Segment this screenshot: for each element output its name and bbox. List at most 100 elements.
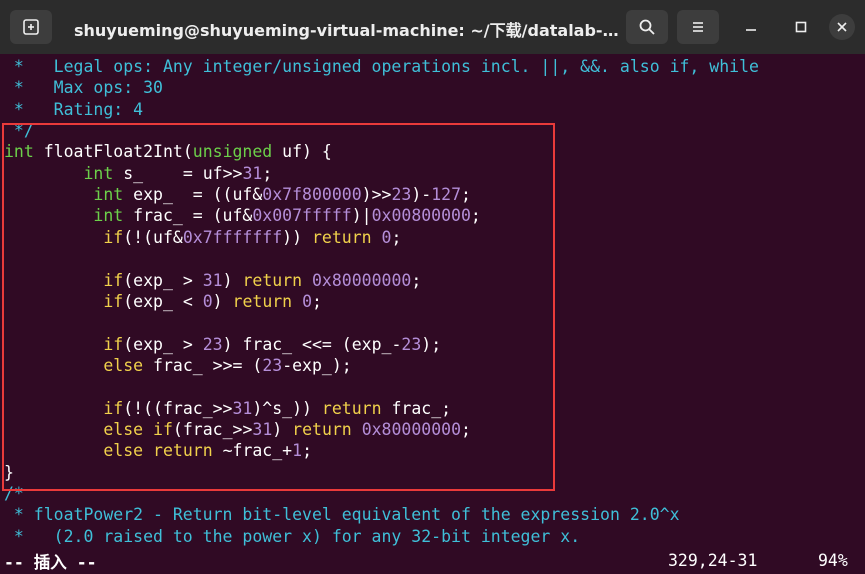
close-icon [837,22,847,32]
code-token: 31 [232,398,253,418]
minimize-icon [746,29,756,31]
code-token: ; [461,419,471,439]
code-line: else return ~frac_+1; [4,440,312,461]
code-token: if [103,334,124,354]
code-token: /* [4,484,24,503]
code-token: if [103,291,124,311]
vim-status-line: -- 插入 -- 329,24-31 94% [0,549,865,573]
code-token: (exp_ < [123,291,203,311]
code-line: * floatPower2 - Return bit-level equival… [4,504,680,525]
minimize-button[interactable] [738,14,764,40]
code-token: int [93,185,124,205]
code-token: int [4,142,34,162]
code-token: (frac_>> [172,419,253,439]
code-token: ; [302,441,312,461]
code-token: 31 [252,419,273,439]
code-token: ~frac_+ [212,441,293,461]
search-icon [639,19,655,35]
code-token: (exp_ > [123,334,203,354]
code-token: return [311,227,372,247]
code-line: if(!((frac_>>31)^s_)) return frac_; [4,398,451,419]
code-line: /* [4,483,24,504]
code-token: return [153,441,213,461]
new-tab-button[interactable] [10,10,52,44]
code-token: * floatPower2 - Return bit-level equival… [4,505,680,525]
code-token: 0 [202,291,213,311]
code-token: )) [282,227,312,247]
code-token: frac_ = (uf& [123,206,253,226]
maximize-icon [795,21,807,33]
code-token: ; [461,185,471,205]
code-token: exp_ = ((uf& [123,185,263,205]
code-token: return [321,398,382,418]
code-token: ; [470,206,481,226]
code-line: * Legal ops: Any integer/unsigned operat… [4,56,759,77]
code-token: 0x80000000 [361,419,462,439]
code-token: else [103,419,144,439]
code-token: 0x80000000 [312,270,412,290]
code-token: 1 [292,441,303,461]
code-token: )| [351,206,372,226]
close-button[interactable] [829,14,855,40]
code-token: int [83,163,114,183]
code-token: floatFloat2Int( [33,142,193,162]
code-token: ; [312,291,322,311]
new-tab-icon [23,19,39,35]
code-token: else [103,355,144,375]
code-line: */ [4,120,34,141]
window-titlebar: shuyueming@shuyueming-virtual-machine: ~… [0,0,865,54]
code-token: if [103,398,124,418]
code-token: if [103,227,124,247]
code-token: (!(uf& [123,227,183,247]
code-token: * Legal ops: Any integer/unsigned operat… [4,57,759,76]
code-token: * (2.0 raised to the power x) for any 32… [4,526,581,546]
code-token: frac_; [381,398,452,418]
code-token: 31 [242,163,263,183]
code-token: */ [4,121,34,141]
code-token: return [292,419,352,439]
code-token: * Max ops: 30 [4,78,163,98]
code-token: } [4,462,14,482]
code-token: ) [272,419,293,439]
search-button[interactable] [626,10,668,44]
code-token: ; [411,270,422,290]
code-token: ) [212,291,233,311]
code-token: return [242,270,303,290]
code-token: int [93,206,124,226]
code-line: if(!(uf&0x7fffffff)) return 0; [4,227,401,248]
code-token: uf) { [272,142,332,162]
code-token: if [103,270,124,290]
code-token: else [103,441,144,461]
cursor-position: 329,24-31 [668,551,758,570]
code-line: if(exp_ > 31) return 0x80000000; [4,270,421,291]
code-token: )>> [361,185,392,205]
code-line: * Rating: 4 [4,99,143,120]
code-line: * (2.0 raised to the power x) for any 32… [4,526,580,547]
code-token: 31 [202,270,223,290]
code-token: s_ = uf>> [113,163,243,183]
code-token: ) frac_ <<= (exp_- [222,334,402,354]
code-token: 127 [431,185,462,205]
maximize-button[interactable] [788,14,814,40]
code-token: (exp_ > [123,270,203,290]
code-line: int exp_ = ((uf&0x7f800000)>>23)-127; [4,184,471,205]
code-token: 0 [381,227,392,247]
menu-button[interactable] [677,10,719,44]
code-token: 23 [202,334,223,354]
window-title: shuyueming@shuyueming-virtual-machine: ~… [74,21,619,40]
code-line: if(exp_ < 0) return 0; [4,291,322,312]
code-token: ; [391,227,402,247]
